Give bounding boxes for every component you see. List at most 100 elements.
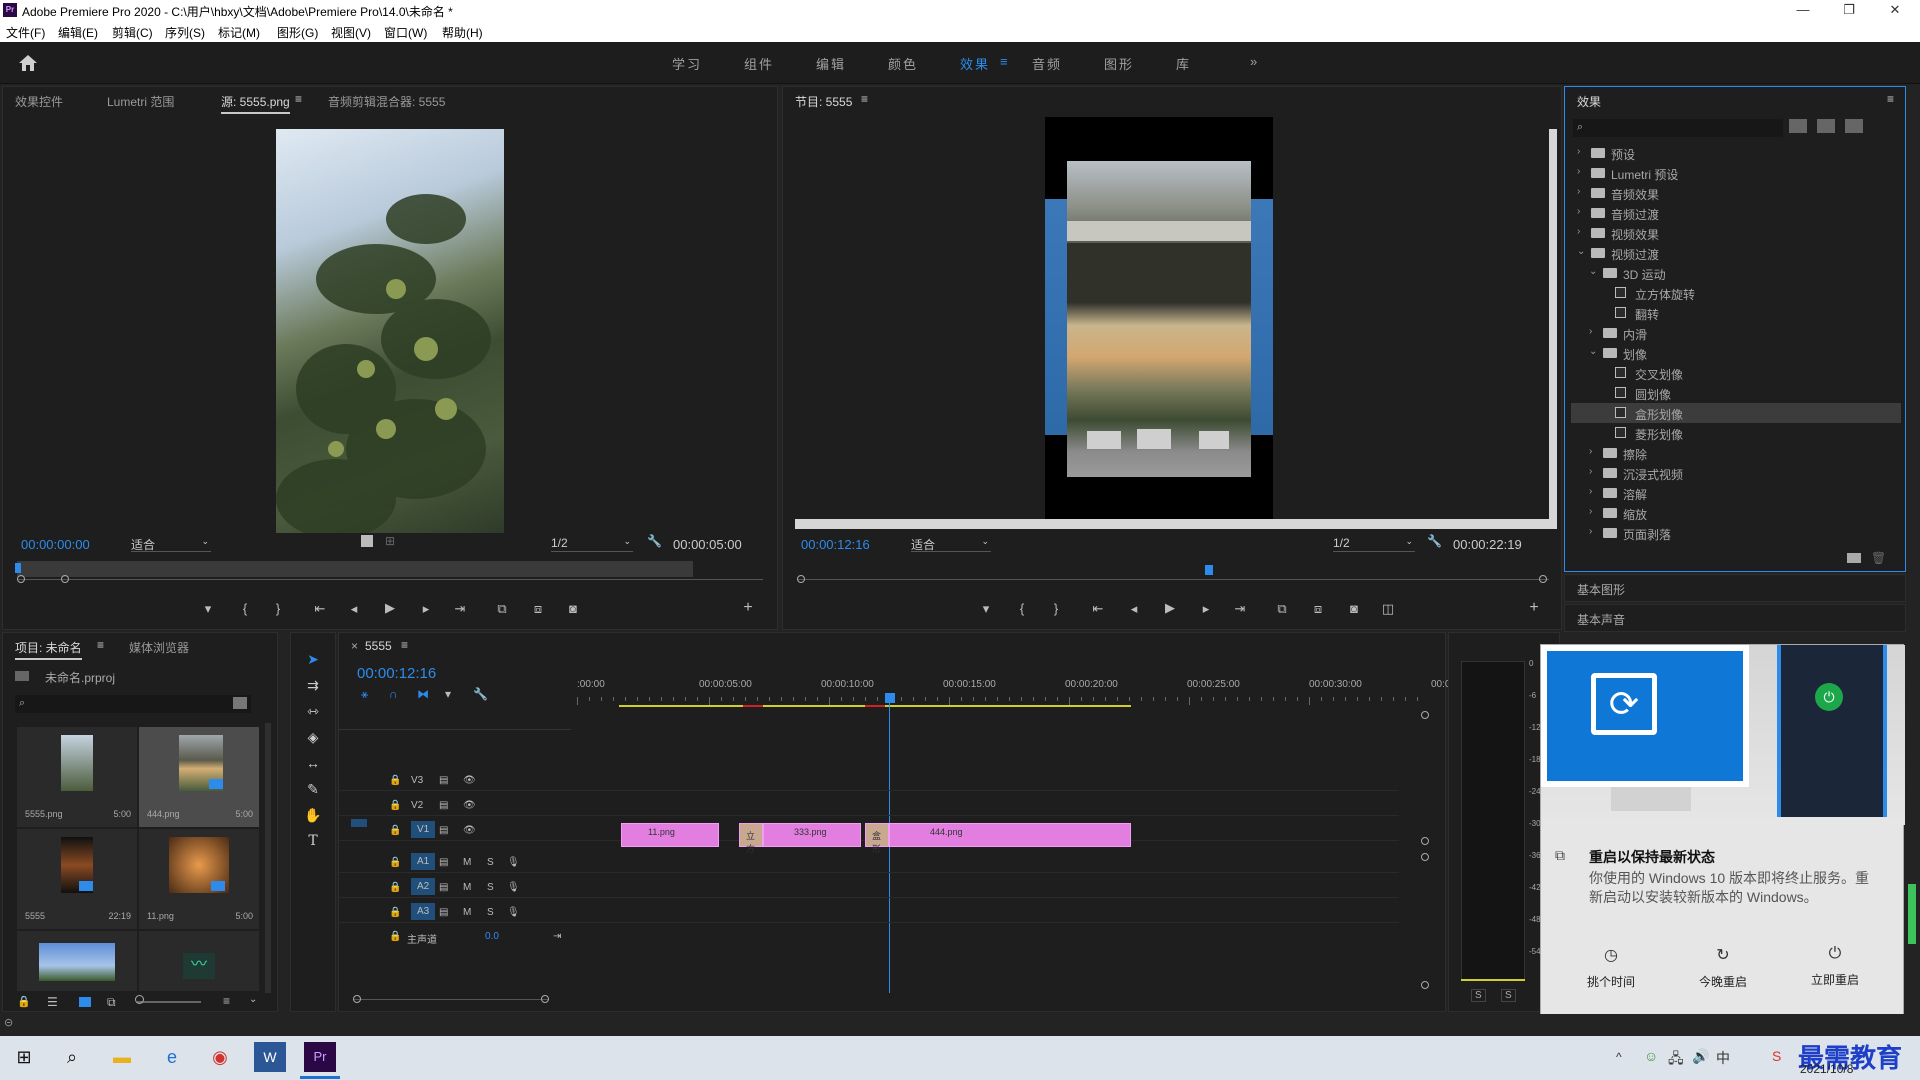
effect-folder[interactable]: ⌄ 3D 运动 <box>1571 263 1901 283</box>
effect-folder[interactable]: › Lumetri 预设 <box>1571 163 1901 183</box>
export-frame-icon[interactable]: ◙ <box>564 601 582 616</box>
basic-sound-panel[interactable]: 基本声音 <box>1564 604 1906 632</box>
tab-source[interactable]: 源: 5555.png <box>221 93 290 114</box>
go-to-out-icon[interactable]: ⇥ <box>451 601 469 617</box>
audio-track-row[interactable] <box>339 874 1399 898</box>
effect-folder[interactable]: › 缩放 <box>1571 503 1901 523</box>
chevron-right-icon[interactable]: › <box>1589 466 1592 477</box>
voiceover-icon[interactable]: 🎙 <box>507 882 520 893</box>
effect-folder[interactable]: › 内滑 <box>1571 323 1901 343</box>
solo-right-button[interactable]: S <box>1501 989 1516 1002</box>
accelerated-effects-icon[interactable] <box>1789 119 1807 133</box>
mute-button[interactable]: M <box>463 857 471 868</box>
effect-item[interactable]: 菱形划像 <box>1571 423 1901 443</box>
insert-icon[interactable]: ⧉ <box>493 601 511 617</box>
ripple-edit-tool-icon[interactable]: ⇿ <box>301 703 325 725</box>
chevron-right-icon[interactable]: › <box>1577 206 1580 217</box>
workspace-libraries[interactable]: 库 <box>1176 54 1191 73</box>
chevron-right-icon[interactable]: › <box>1577 146 1580 157</box>
program-timecode[interactable]: 00:00:12:16 <box>801 537 870 552</box>
a-zoom-handle[interactable] <box>1421 853 1429 861</box>
workspace-graphics[interactable]: 图形 <box>1104 54 1134 73</box>
audio-track-row[interactable] <box>339 899 1399 923</box>
sort-icon[interactable]: ≡ <box>223 994 230 1008</box>
timeline-settings-icon[interactable]: 🔧 <box>473 687 488 701</box>
mark-in-icon[interactable]: { <box>1013 601 1031 616</box>
effect-folder[interactable]: › 擦除 <box>1571 443 1901 463</box>
chevron-down-icon[interactable]: ⌄ <box>1589 266 1597 277</box>
eye-icon[interactable]: 👁 <box>463 800 476 811</box>
track-label[interactable]: A1 <box>411 853 436 870</box>
sync-lock-icon[interactable]: ▤ <box>439 907 448 918</box>
project-item-selected[interactable]: 444.png 5:00 <box>139 727 259 827</box>
master-track-label[interactable]: 主声道 <box>407 931 437 946</box>
freeform-view-icon[interactable]: ⧉ <box>107 995 116 1010</box>
transition-cube-spin[interactable]: 立方 <box>739 823 763 854</box>
overwrite-icon[interactable]: ⧈ <box>529 601 547 617</box>
chevron-right-icon[interactable]: › <box>1577 186 1580 197</box>
32bit-effects-icon[interactable] <box>1817 119 1835 133</box>
timeline-close-button[interactable]: × <box>351 639 358 653</box>
close-button[interactable]: ✕ <box>1872 0 1918 20</box>
chevron-right-icon[interactable]: › <box>1577 226 1580 237</box>
zoom-slider[interactable] <box>137 1001 201 1003</box>
program-scrollbar[interactable] <box>1549 129 1557 529</box>
voiceover-icon[interactable]: 🎙 <box>507 857 520 868</box>
step-forward-icon[interactable]: ▸ <box>1197 601 1215 617</box>
track-lock-icon[interactable]: 🔒 <box>389 800 401 811</box>
track-label[interactable]: V1 <box>411 821 436 838</box>
source-patch-v1[interactable] <box>351 819 367 827</box>
snap-icon[interactable]: ∩ <box>389 687 398 701</box>
source-scrub-bar[interactable] <box>17 561 693 577</box>
restart-now-button[interactable]: ⏻ 立即重启 <box>1785 945 1885 988</box>
program-title[interactable]: 节目: 5555 <box>795 93 852 110</box>
menu-marker[interactable]: 标记(M) <box>218 24 260 41</box>
source-playhead[interactable] <box>15 563 21 573</box>
sync-lock-icon[interactable]: ▤ <box>439 825 448 836</box>
tray-app-icon[interactable]: ☺ <box>1644 1048 1658 1064</box>
type-tool-icon[interactable]: T <box>301 833 325 855</box>
track-label[interactable]: V2 <box>411 800 423 811</box>
tab-lumetri-scopes[interactable]: Lumetri 范围 <box>107 93 174 110</box>
comparison-view-icon[interactable]: ◫ <box>1379 601 1397 617</box>
taskbar-date[interactable]: 2021/10/8 <box>1800 1062 1853 1076</box>
lock-icon[interactable]: 🔒 <box>17 995 31 1008</box>
program-zoom-bar[interactable] <box>797 579 1549 580</box>
project-item[interactable]: 5555.png 5:00 <box>17 727 137 827</box>
project-item[interactable]: 5555 22:19 <box>17 829 137 929</box>
wrench-icon[interactable]: 🔧 <box>1427 534 1442 548</box>
razor-tool-icon[interactable]: ◈ <box>301 729 325 751</box>
slip-tool-icon[interactable]: ↔ <box>301 755 325 777</box>
file-explorer-icon[interactable]: ▬ <box>106 1042 138 1072</box>
go-to-end-icon[interactable]: ⇥ <box>553 931 561 942</box>
source-resolution-dropdown[interactable]: 1/2 ⌄ <box>551 536 633 552</box>
workspace-more-icon[interactable]: » <box>1250 54 1259 69</box>
schedule-restart-button[interactable]: ◷ 挑个时间 <box>1561 945 1661 990</box>
effects-search-input[interactable]: ⌕ <box>1573 119 1783 137</box>
ime-icon[interactable]: 中 <box>1716 1048 1730 1068</box>
mute-button[interactable]: M <box>463 907 471 918</box>
chevron-down-icon[interactable]: ⌄ <box>1589 346 1597 357</box>
zoom-handle-left[interactable] <box>353 995 361 1003</box>
project-item[interactable] <box>17 931 137 991</box>
timeline-clip[interactable]: 444.png <box>889 823 1131 847</box>
chevron-right-icon[interactable]: › <box>1589 326 1592 337</box>
chrome-icon[interactable]: ◉ <box>204 1042 236 1072</box>
windows-update-notification[interactable]: ⟳ ⏻ ⧉ 重启以保持最新状态 你使用的 Windows 10 版本即将终止服务… <box>1540 644 1905 1026</box>
project-search-input[interactable]: ⌕ <box>15 695 251 713</box>
go-to-out-icon[interactable]: ⇥ <box>1231 601 1249 617</box>
menu-edit[interactable]: 编辑(E) <box>58 24 98 41</box>
track-lock-icon[interactable]: 🔒 <box>389 825 401 836</box>
voiceover-icon[interactable]: 🎙 <box>507 907 520 918</box>
add-marker-icon[interactable]: ▾ <box>977 601 995 617</box>
source-menu-icon[interactable]: ≡ <box>295 92 302 106</box>
zoom-handle-right[interactable] <box>541 995 549 1003</box>
icon-view-icon[interactable] <box>79 997 91 1007</box>
source-timecode-in[interactable]: 00:00:00:00 <box>21 537 90 552</box>
effect-folder[interactable]: › 预设 <box>1571 143 1901 163</box>
effect-folder[interactable]: › 沉浸式视频 <box>1571 463 1901 483</box>
project-scrollbar[interactable] <box>265 723 271 993</box>
add-marker-icon[interactable]: ▾ <box>445 687 451 701</box>
list-view-icon[interactable]: ☰ <box>47 995 58 1009</box>
track-lock-icon[interactable]: 🔒 <box>389 882 401 893</box>
